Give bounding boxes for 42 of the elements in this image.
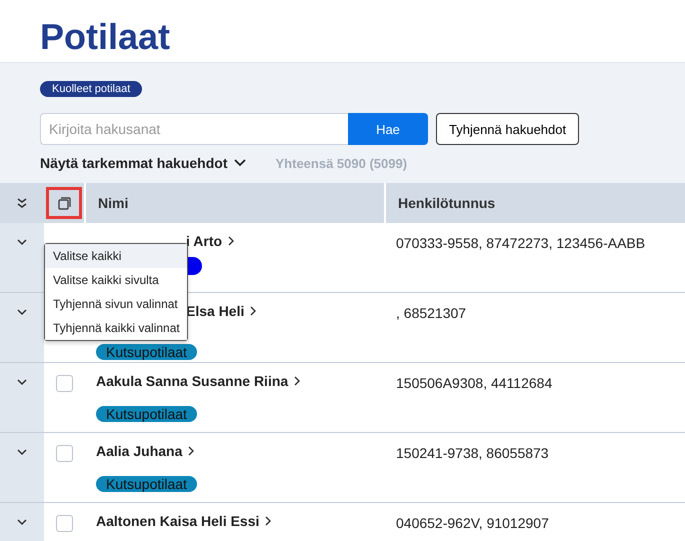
chevron-down-icon <box>17 379 27 386</box>
chevron-right-icon <box>265 516 272 526</box>
chevron-right-icon <box>294 376 302 386</box>
row-checkbox[interactable] <box>56 445 72 462</box>
menu-item[interactable]: Valitse kaikki <box>45 244 187 268</box>
column-header: Henkilötunnus <box>398 195 496 211</box>
expand-all-icon[interactable] <box>17 198 27 208</box>
row-checkbox[interactable] <box>56 375 72 392</box>
select-menu-button[interactable] <box>46 187 82 219</box>
id-numbers: 040652-962V, 91012907 <box>396 515 549 531</box>
patient-name-link[interactable]: Aakula Sanna Susanne Riina <box>96 373 302 389</box>
chevron-right-icon <box>188 446 196 456</box>
clear-filters-button[interactable]: Tyhjennä hakuehdot <box>436 113 580 145</box>
id-numbers: , 68521307 <box>396 305 466 321</box>
patient-tag: Kutsupotilaat <box>96 344 197 360</box>
chevron-down-icon <box>234 159 246 167</box>
patient-name-link[interactable]: Aalia Juhana <box>96 443 196 459</box>
menu-item[interactable]: Valitse kaikki sivulta <box>45 268 187 292</box>
patient-tag: Kutsupotilaat <box>96 406 197 422</box>
search-field[interactable]: Kirjoita hakusanat <box>40 113 348 145</box>
patient-tag: Kutsupotilaat <box>96 476 197 492</box>
chevron-right-icon <box>228 236 236 246</box>
menu-item[interactable]: Tyhjennä kaikki valinnat <box>45 316 187 340</box>
patient-name-link[interactable]: i Arto <box>186 233 236 249</box>
advanced-filters-toggle[interactable]: Näytä tarkemmat hakuehdot <box>40 155 246 171</box>
chevron-right-icon <box>250 306 258 316</box>
copy-icon <box>58 196 70 210</box>
id-numbers: 150506A9308, 44112684 <box>396 375 552 391</box>
chevron-down-icon <box>17 449 27 456</box>
chevron-down-icon <box>17 309 27 316</box>
menu-item[interactable]: Tyhjennä sivun valinnat <box>45 292 187 316</box>
patient-name-link[interactable]: Aaltonen Kaisa Heli Essi <box>96 513 272 529</box>
search-button[interactable]: Hae <box>348 113 428 145</box>
page-title: Potilaat <box>39 15 172 59</box>
total-count: Yhteensä 5090 (5099) <box>276 156 408 170</box>
id-numbers: 070333-9558, 87472273, 123456-AABB <box>396 235 646 251</box>
id-numbers: 150241-9738, 86055873 <box>396 445 549 461</box>
column-header: Nimi <box>98 195 128 211</box>
chevron-down-icon <box>17 239 27 246</box>
chevron-down-icon <box>17 519 27 526</box>
row-checkbox[interactable] <box>56 515 72 532</box>
filter-tag[interactable]: Kuolleet potilaat <box>40 81 142 97</box>
